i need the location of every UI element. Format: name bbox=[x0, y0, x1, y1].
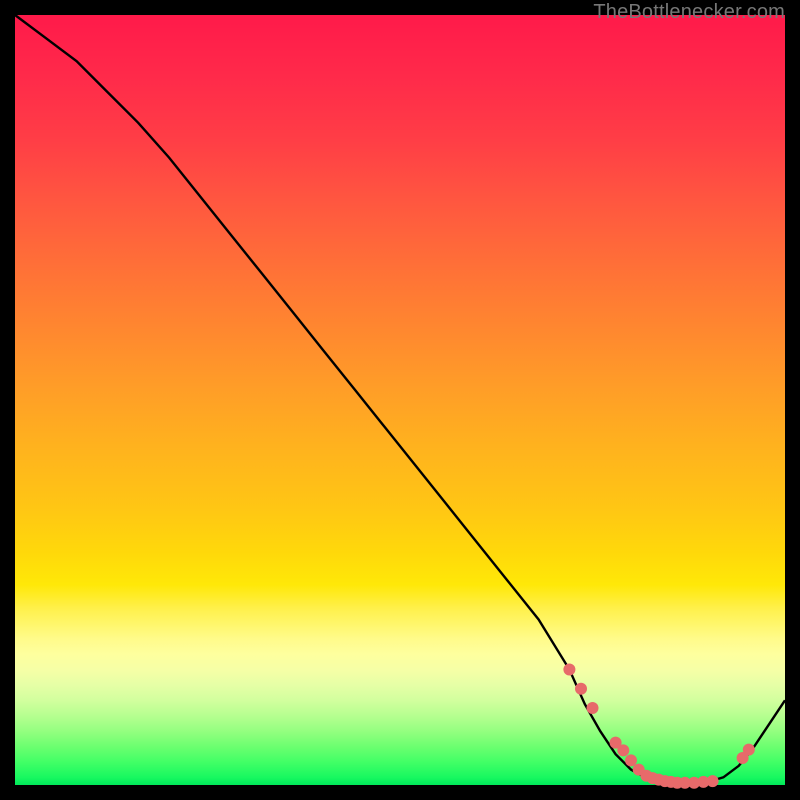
marker-group bbox=[563, 664, 754, 789]
marker-point bbox=[563, 664, 575, 676]
marker-point bbox=[625, 754, 637, 766]
bottleneck-curve bbox=[15, 15, 785, 784]
marker-point bbox=[575, 683, 587, 695]
marker-point bbox=[743, 744, 755, 756]
marker-point bbox=[707, 775, 719, 787]
chart-frame: TheBottlenecker.com bbox=[15, 15, 785, 785]
chart-svg bbox=[15, 15, 785, 785]
marker-point bbox=[587, 702, 599, 714]
marker-point bbox=[617, 744, 629, 756]
